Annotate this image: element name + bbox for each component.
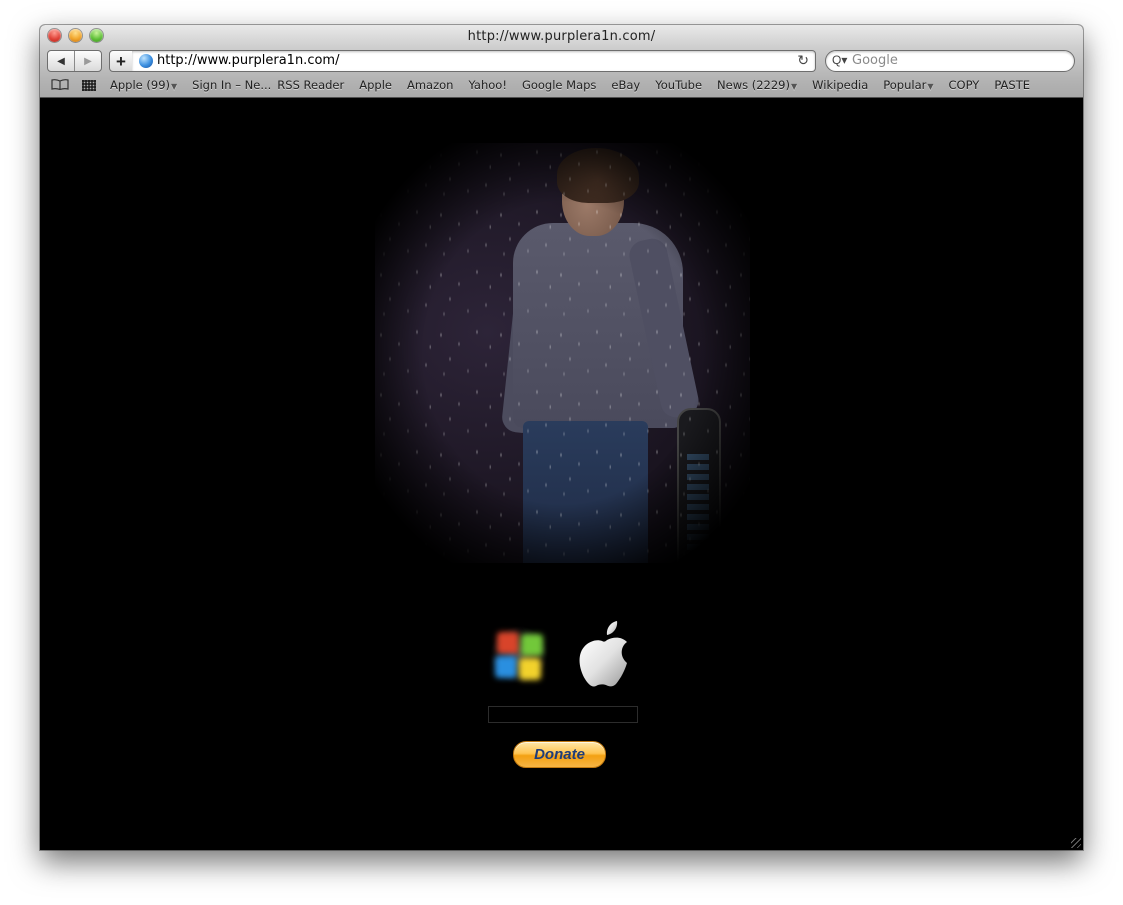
bookmarks-bar: Apple (99)▼ Sign In – Ne... RSS Reader A…: [40, 75, 1083, 95]
browser-chrome: http://www.purplera1n.com/ ◀ ▶ + ↻ Q▾: [40, 25, 1083, 98]
forward-button[interactable]: ▶: [74, 51, 101, 71]
bookmark-news-folder[interactable]: News (2229)▼: [717, 78, 797, 92]
bookmark-sign-in[interactable]: Sign In – Ne...: [192, 78, 271, 92]
globe-icon: [139, 54, 153, 68]
show-all-bookmarks-book-icon[interactable]: [51, 78, 69, 93]
bookmark-copy[interactable]: COPY: [949, 78, 980, 92]
bookmark-paste[interactable]: PASTE: [994, 78, 1030, 92]
search-input[interactable]: [852, 53, 1062, 68]
chevron-down-icon: ▼: [927, 82, 934, 91]
top-sites-grid-icon[interactable]: [82, 79, 96, 91]
bookmark-apple-folder[interactable]: Apple (99)▼: [110, 78, 177, 92]
chevron-down-icon: ▼: [171, 82, 178, 91]
plus-icon: +: [116, 51, 126, 71]
search-field[interactable]: Q▾: [825, 50, 1075, 72]
window-resize-handle[interactable]: [1071, 838, 1081, 848]
bookmark-wikipedia[interactable]: Wikipedia: [812, 78, 868, 92]
windows-logo-icon[interactable]: [485, 620, 553, 690]
reload-icon[interactable]: ↻: [797, 52, 809, 69]
add-bookmark-button[interactable]: +: [109, 50, 133, 72]
bookmark-ebay[interactable]: eBay: [611, 78, 640, 92]
address-bar[interactable]: ↻: [132, 50, 816, 72]
back-button[interactable]: ◀: [48, 51, 74, 71]
bookmark-youtube[interactable]: YouTube: [655, 78, 702, 92]
window-title: http://www.purplera1n.com/: [467, 29, 656, 44]
title-bar: http://www.purplera1n.com/: [40, 25, 1083, 47]
donate-button[interactable]: Donate: [513, 741, 606, 768]
forward-arrow-icon: ▶: [84, 55, 92, 67]
bookmark-apple[interactable]: Apple: [359, 78, 392, 92]
bookmark-rss-reader[interactable]: RSS Reader: [277, 78, 344, 92]
bookmark-amazon[interactable]: Amazon: [407, 78, 453, 92]
page-text-input[interactable]: [488, 706, 638, 723]
os-download-options: [485, 618, 640, 698]
bookmark-yahoo[interactable]: Yahoo!: [468, 78, 506, 92]
bookmark-popular-folder[interactable]: Popular▼: [883, 78, 933, 92]
chevron-down-icon: ▼: [791, 82, 798, 91]
search-icon[interactable]: Q▾: [832, 53, 847, 67]
back-arrow-icon: ◀: [57, 55, 65, 67]
browser-window: http://www.purplera1n.com/ ◀ ▶ + ↻ Q▾: [40, 25, 1083, 850]
url-input[interactable]: [157, 53, 777, 68]
bookmark-google-maps[interactable]: Google Maps: [522, 78, 596, 92]
hero-photo: [375, 143, 750, 563]
back-forward-group: ◀ ▶: [47, 50, 102, 72]
web-page-content: Donate: [40, 98, 1083, 850]
apple-logo-icon[interactable]: [577, 618, 637, 693]
toolbar: ◀ ▶ + ↻ Q▾: [40, 49, 1083, 73]
